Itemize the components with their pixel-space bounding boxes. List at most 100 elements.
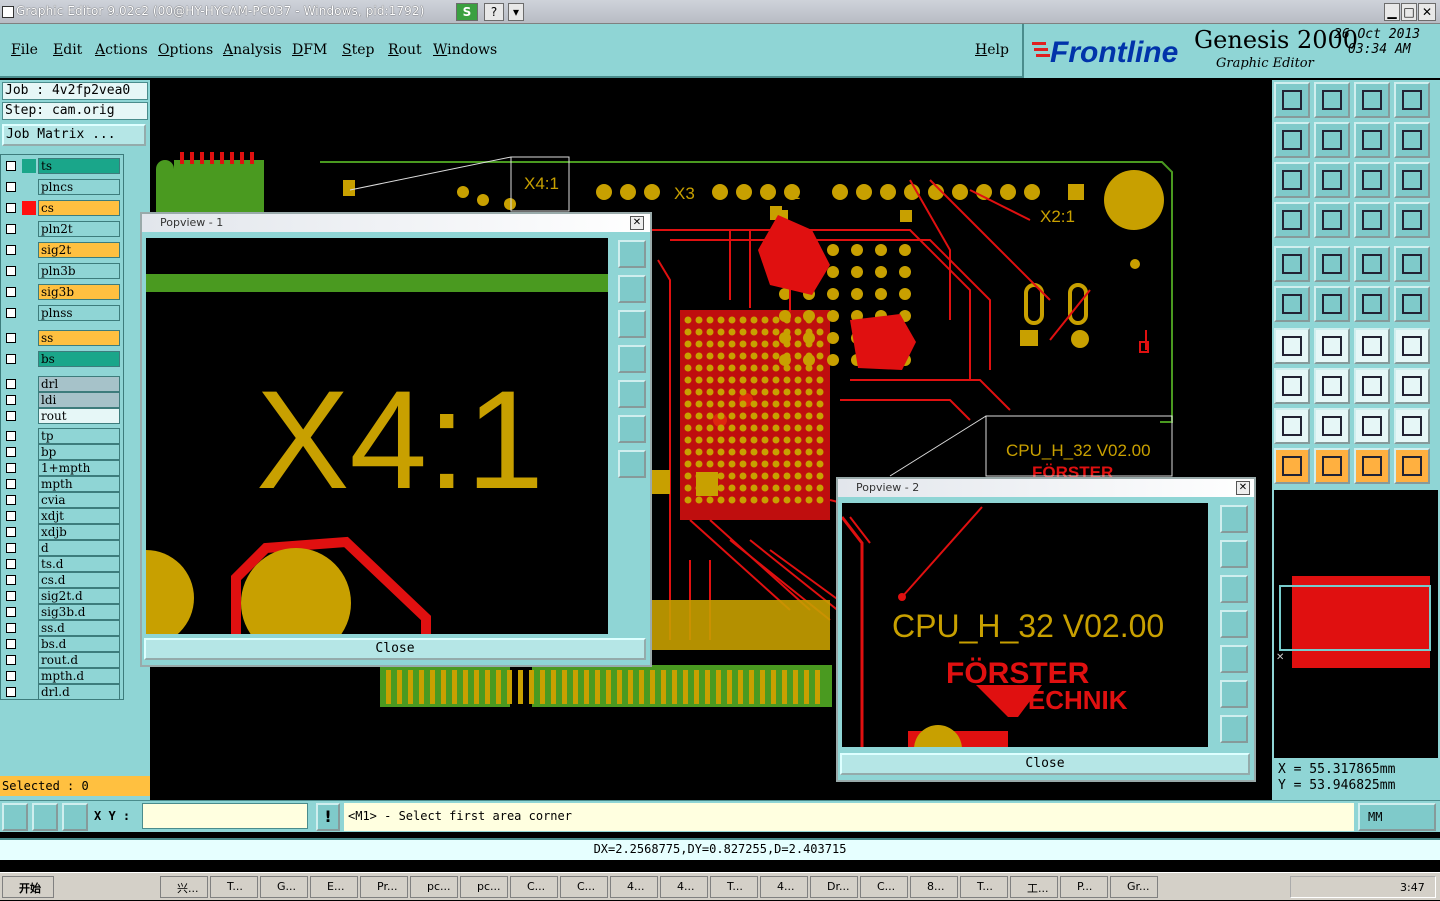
layer-row-ss[interactable]: ss [2,330,120,346]
move-icon[interactable] [1274,368,1310,404]
layer-checkbox[interactable] [6,639,16,649]
layer-checkbox[interactable] [6,224,16,234]
layer-name[interactable]: ts [38,158,120,174]
grid-icon[interactable] [62,803,88,831]
layer-name[interactable]: plncs [38,179,120,195]
task-item[interactable]: pc... [410,876,458,898]
menu-file[interactable]: File [11,42,38,58]
menu-edit[interactable]: Edit [53,42,82,58]
popview-2-tool-icon[interactable] [1220,680,1248,708]
popview-2-tool-icon[interactable] [1220,575,1248,603]
layer-checkbox[interactable] [6,287,16,297]
layer-row-cvia[interactable]: cvia [2,492,120,508]
popview-1-tool-icon[interactable] [618,415,646,443]
layer-name[interactable]: tp [38,428,120,444]
units-select[interactable]: MM [1358,803,1436,831]
task-item[interactable]: Dr... [810,876,858,898]
popview-2-tool-icon[interactable] [1220,610,1248,638]
task-item[interactable]: Gr... [1110,876,1158,898]
layer-name[interactable]: mpth.d [38,668,120,684]
menu-actions[interactable]: Actions [95,42,148,58]
line-icon[interactable] [1314,328,1350,364]
color-icon[interactable] [1314,246,1350,282]
pan-left-icon[interactable] [1274,122,1310,158]
layer-checkbox[interactable] [6,527,16,537]
task-item[interactable]: T... [960,876,1008,898]
zoom-in-icon[interactable] [1314,82,1350,118]
layer-row-sig3bd[interactable]: sig3b.d [2,604,120,620]
popview-2-close-icon[interactable]: ✕ [1236,481,1250,495]
layer-row-drl[interactable]: drl [2,376,120,392]
layer-checkbox[interactable] [6,182,16,192]
layer-name[interactable]: 1+mpth [38,460,120,476]
popview-1-tool-icon[interactable] [618,240,646,268]
layer-row-ts[interactable]: ts [2,158,120,174]
layer-checkbox[interactable] [6,687,16,697]
layer-row-sig3b[interactable]: sig3b [2,284,120,300]
pan-right-icon[interactable] [1314,122,1350,158]
layer-name[interactable]: ss.d [38,620,120,636]
layer-name[interactable]: ldi [38,392,120,408]
task-item[interactable]: E... [310,876,358,898]
add-pad-icon[interactable] [1354,286,1390,322]
job-matrix-button[interactable]: Job Matrix ... [2,124,146,146]
redraw-icon[interactable] [1394,122,1430,158]
popview-2-tool-icon[interactable] [1220,540,1248,568]
layer-row-cs[interactable]: cs [2,200,120,216]
layer-row-csd[interactable]: cs.d [2,572,120,588]
layer-checkbox[interactable] [6,463,16,473]
layer-checkbox[interactable] [6,559,16,569]
layer-checkbox[interactable] [6,479,16,489]
task-item[interactable]: C... [860,876,908,898]
layer-name[interactable]: bs.d [38,636,120,652]
layer-a-icon[interactable] [1354,202,1390,238]
ruler-icon[interactable] [1354,246,1390,282]
close-net-icon[interactable] [1314,286,1350,322]
menu-step[interactable]: Step [342,42,374,58]
layer-name[interactable]: ss [38,330,120,346]
menu-options[interactable]: Options [158,42,213,58]
layer-row-plncs[interactable]: plncs [2,179,120,195]
menu-help[interactable]: Help [975,42,1009,58]
layer-checkbox[interactable] [6,575,16,585]
menu-dfm[interactable]: DFM [292,42,327,58]
layer-name[interactable]: plnss [38,305,120,321]
layer-checkbox[interactable] [6,623,16,633]
zoom-fit-icon[interactable] [1274,162,1310,198]
xy-input[interactable] [142,803,308,829]
popview-1-tool-icon[interactable] [618,310,646,338]
help-icon[interactable]: ? [484,3,504,21]
task-item[interactable]: C... [560,876,608,898]
zoom-sel-icon[interactable] [1314,162,1350,198]
measure-icon[interactable] [2,803,28,831]
scale-1to2-icon[interactable] [1354,162,1390,198]
arc-fill-icon[interactable] [1394,408,1430,444]
triangle-icon[interactable] [1274,408,1310,444]
close-button[interactable]: ✕ [1418,3,1436,21]
layer-name[interactable]: sig2t.d [38,588,120,604]
maximize-button[interactable]: □ [1401,3,1417,21]
layer-name[interactable]: xdjb [38,524,120,540]
popview-1-tool-icon[interactable] [618,380,646,408]
layer-row-routd[interactable]: rout.d [2,652,120,668]
divide-icon[interactable] [1314,368,1350,404]
task-item[interactable]: 工... [1010,876,1058,898]
layer-name[interactable]: sig3b [38,284,120,300]
layer-checkbox[interactable] [6,333,16,343]
layer-name[interactable]: rout [38,408,120,424]
popview-2-tool-icon[interactable] [1220,645,1248,673]
home-view-icon[interactable] [1354,82,1390,118]
layer-name[interactable]: mpth [38,476,120,492]
layer-row-mpthd[interactable]: mpth.d [2,668,120,684]
menu-windows[interactable]: Windows [433,42,497,58]
layer-checkbox[interactable] [6,411,16,421]
layer-row-d[interactable]: d [2,540,120,556]
layer-row-tsd[interactable]: ts.d [2,556,120,572]
menu-analysis[interactable]: Analysis [223,42,282,58]
task-item[interactable]: G... [260,876,308,898]
layer-row-sig2td[interactable]: sig2t.d [2,588,120,604]
fill-icon[interactable] [1274,246,1310,282]
layer-checkbox[interactable] [6,495,16,505]
layer-name[interactable]: pln2t [38,221,120,237]
layer-checkbox[interactable] [6,607,16,617]
